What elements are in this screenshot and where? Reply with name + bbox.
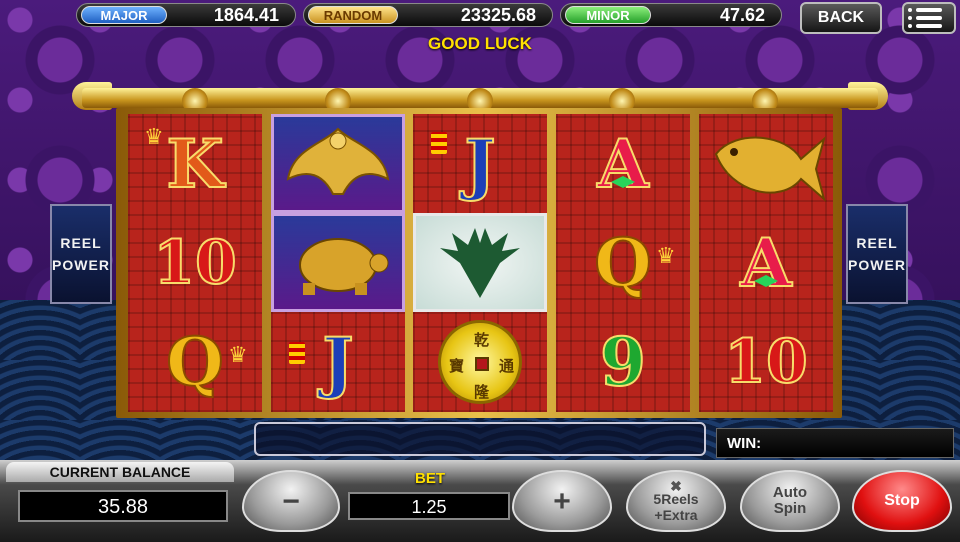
jackpot-random-label: RANDOM — [308, 6, 398, 24]
koi-fish-icon — [714, 135, 826, 202]
menu-icon[interactable] — [902, 2, 956, 34]
crown-icon: ♛ — [228, 342, 248, 367]
dragon-symbol — [413, 213, 547, 312]
jackpot-major-label: MAJOR — [81, 6, 167, 24]
jackpot-major-value: 1864.41 — [213, 4, 279, 25]
symbol-9: 9 — [599, 322, 647, 401]
reel-power-panel-right: REEL POWER — [846, 204, 908, 304]
reel-2: J — [271, 114, 405, 412]
reel-power-panel-left: REEL POWER — [50, 204, 112, 304]
jackpot-major: MAJOR 1864.41 — [76, 3, 296, 27]
jackpot-minor-value: 47.62 — [719, 4, 765, 25]
jackpot-minor-label: MINOR — [565, 6, 651, 24]
crown-icon: ♛ — [656, 243, 676, 268]
symbol-k: ♛ K — [144, 124, 225, 203]
lantern-icon — [289, 342, 305, 364]
reel-4: A Q ♛ 9 — [556, 114, 690, 412]
jackpot-random: RANDOM 23325.68 — [303, 3, 553, 27]
koi-fish-symbol — [699, 114, 833, 213]
status-message: GOOD LUCK — [428, 34, 532, 53]
coin-icon: 乾 寶 通 隆 — [438, 319, 522, 404]
dragon-icon — [440, 227, 520, 298]
bet-label: BET — [415, 470, 445, 487]
symbol-10: 10 — [152, 227, 237, 298]
reel-5: A 10 — [699, 114, 833, 412]
lantern-icon — [431, 132, 447, 154]
reel-3: J 乾 寶 通 隆 — [413, 114, 547, 412]
reel-power-line2: POWER — [52, 257, 110, 273]
phoenix-icon — [286, 127, 390, 195]
message-box — [254, 422, 706, 456]
reel-power-line1: REEL — [856, 235, 898, 251]
win-display: WIN: — [716, 428, 954, 458]
bet-value: 1.25 — [348, 492, 510, 520]
jackpot-minor: MINOR 47.62 — [560, 3, 782, 27]
symbol-a: A — [596, 124, 649, 203]
symbol-q: Q ♛ — [165, 322, 248, 401]
turtle-symbol — [271, 213, 405, 312]
win-label: WIN: — [727, 435, 762, 452]
symbol-10: 10 — [723, 326, 808, 397]
crown-icon: ♛ — [144, 124, 164, 149]
phoenix-symbol — [271, 114, 405, 213]
jackpot-random-value: 23325.68 — [460, 4, 536, 25]
symbol-j: J — [271, 312, 405, 411]
reel-1: ♛ K 10 Q ♛ — [128, 114, 262, 412]
back-button[interactable]: BACK — [800, 2, 882, 34]
turtle-icon — [299, 237, 389, 295]
reel-power-line2: POWER — [848, 257, 906, 273]
coin-symbol: 乾 寶 通 隆 — [413, 312, 547, 411]
balance-label: CURRENT BALANCE — [6, 462, 234, 482]
symbol-q: Q ♛ — [593, 223, 676, 302]
reel-power-line1: REEL — [60, 235, 102, 251]
symbol-a: A — [739, 223, 792, 302]
balance-value: 35.88 — [18, 490, 228, 522]
symbol-j: J — [413, 114, 547, 213]
